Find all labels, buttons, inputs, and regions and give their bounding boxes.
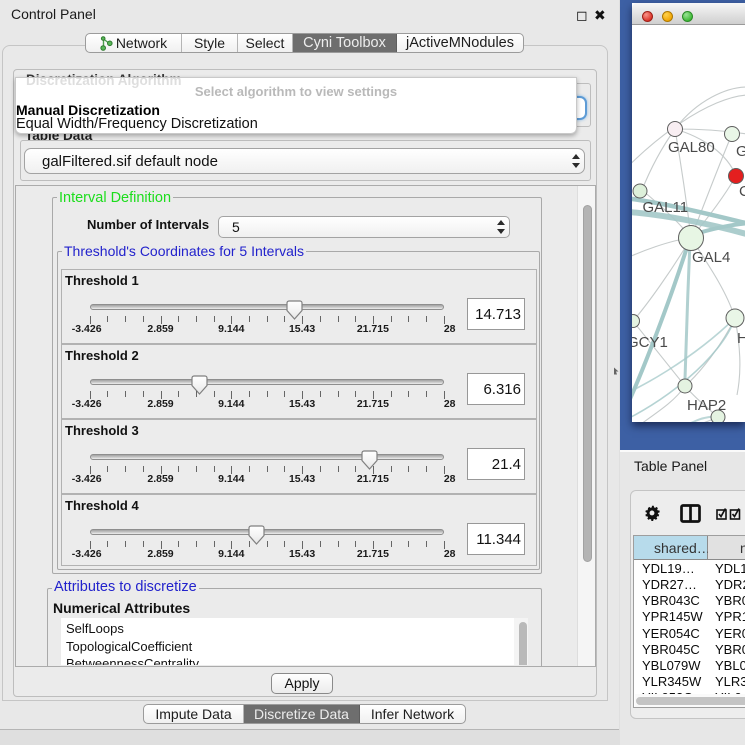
svg-text:GCY1: GCY1	[632, 334, 668, 351]
svg-text:G.: G.	[736, 143, 745, 160]
svg-text:GAL11: GAL11	[643, 199, 689, 216]
svg-text:HAP2: HAP2	[687, 397, 726, 414]
svg-text:GAL80: GAL80	[668, 139, 715, 156]
svg-text:H: H	[737, 330, 745, 347]
svg-text:GAL4: GAL4	[692, 249, 730, 266]
svg-text:C: C	[739, 183, 745, 200]
